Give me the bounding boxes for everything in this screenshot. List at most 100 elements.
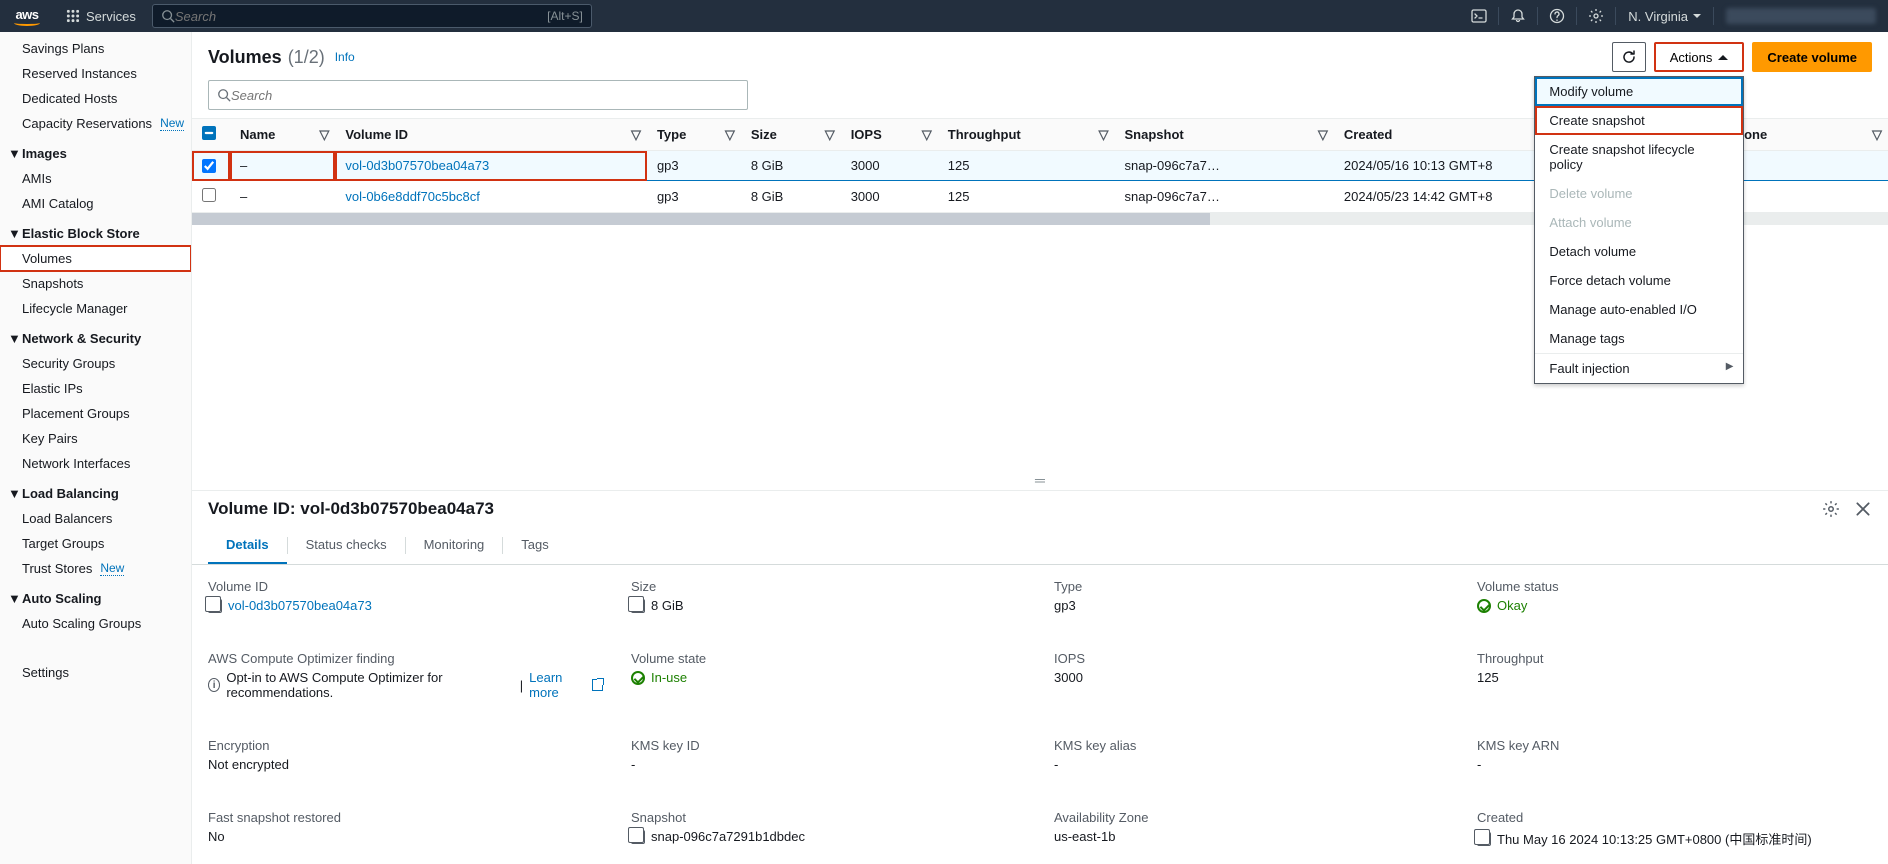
sidebar-item-security-groups[interactable]: Security Groups [0,351,191,376]
topnav-right: N. Virginia [1460,0,1888,32]
region-label: N. Virginia [1628,9,1688,24]
volume-id-link[interactable]: vol-0b6e8ddf70c5bc8cf [335,181,647,213]
cloudshell-icon[interactable] [1460,0,1498,32]
sidebar-item-elastic-block-store[interactable]: ▼Elastic Block Store [0,216,191,246]
sidebar-item-settings[interactable]: Settings [0,660,191,685]
menu-item-manage-tags[interactable]: Manage tags [1535,324,1743,353]
region-selector[interactable]: N. Virginia [1616,9,1713,24]
table-search-input[interactable] [231,88,739,103]
search-icon [217,88,231,102]
sidebar-item-images[interactable]: ▼Images [0,136,191,166]
caret-down-icon: ▼ [8,226,18,241]
tab-details[interactable]: Details [208,527,287,564]
sidebar-item-load-balancing[interactable]: ▼Load Balancing [0,476,191,506]
menu-item-manage-auto-enabled-i-o[interactable]: Manage auto-enabled I/O [1535,295,1743,324]
field-state: Volume stateIn-use [631,651,1026,700]
sidebar-item-placement-groups[interactable]: Placement Groups [0,401,191,426]
sidebar-item-ami-catalog[interactable]: AMI Catalog [0,191,191,216]
aws-logo[interactable]: aws [0,7,54,26]
filter-icon[interactable]: ▽ [922,127,932,143]
select-all-checkbox[interactable] [202,126,216,140]
column-type[interactable]: Type▽ [647,119,741,151]
column-snapshot[interactable]: Snapshot▽ [1114,119,1333,151]
detail-body: Volume IDvol-0d3b07570bea04a73Size8 GiBT… [192,565,1888,864]
tab-status-checks[interactable]: Status checks [288,527,405,564]
sidebar-item-elastic-ips[interactable]: Elastic IPs [0,376,191,401]
sidebar-item-auto-scaling-groups[interactable]: Auto Scaling Groups [0,611,191,636]
column-name[interactable]: Name▽ [230,119,335,151]
global-search-input[interactable] [175,9,547,24]
selection-count: (1/2) [288,47,325,68]
filter-icon[interactable]: ▽ [725,127,735,143]
create-volume-button[interactable]: Create volume [1752,42,1872,72]
filter-icon[interactable]: ▽ [1318,127,1328,143]
tab-tags[interactable]: Tags [503,527,566,564]
sidebar-item-auto-scaling[interactable]: ▼Auto Scaling [0,581,191,611]
account-menu[interactable] [1726,8,1876,24]
value-link[interactable]: vol-0d3b07570bea04a73 [228,598,372,613]
services-menu[interactable]: Services [54,0,148,32]
sidebar-item-target-groups[interactable]: Target Groups [0,531,191,556]
copy-icon[interactable] [208,599,222,613]
table-search[interactable] [208,80,748,110]
field-status: Volume statusOkay [1477,579,1872,613]
filter-icon[interactable]: ▽ [1098,127,1108,143]
volume-id-link[interactable]: vol-0d3b07570bea04a73 [335,151,647,181]
row-checkbox[interactable] [202,159,216,173]
filter-icon[interactable]: ▽ [1872,127,1882,143]
sidebar: Savings PlansReserved InstancesDedicated… [0,32,192,864]
sidebar-item-network-security[interactable]: ▼Network & Security [0,321,191,351]
sidebar-item-lifecycle-manager[interactable]: Lifecycle Manager [0,296,191,321]
menu-item-create-snapshot-lifecycle-policy[interactable]: Create snapshot lifecycle policy [1535,135,1743,179]
sidebar-item-reserved-instances[interactable]: Reserved Instances [0,61,191,86]
sidebar-item-trust-stores[interactable]: Trust StoresNew [0,556,191,581]
actions-button[interactable]: Actions [1654,42,1745,72]
sidebar-item-load-balancers[interactable]: Load Balancers [0,506,191,531]
tab-monitoring[interactable]: Monitoring [406,527,503,564]
menu-item-create-snapshot[interactable]: Create snapshot [1535,106,1743,135]
sidebar-item-key-pairs[interactable]: Key Pairs [0,426,191,451]
panel-splitter[interactable]: ═ [192,470,1888,490]
copy-icon[interactable] [631,830,645,844]
column-size[interactable]: Size▽ [741,119,841,151]
sidebar-item-volumes[interactable]: Volumes [0,246,191,271]
column-volume-id[interactable]: Volume ID▽ [335,119,647,151]
sidebar-item-network-interfaces[interactable]: Network Interfaces [0,451,191,476]
filter-icon[interactable]: ▽ [319,127,329,143]
copy-icon[interactable] [631,599,645,613]
sidebar-item-dedicated-hosts[interactable]: Dedicated Hosts [0,86,191,111]
filter-icon[interactable]: ▽ [631,127,641,143]
close-icon[interactable] [1854,500,1872,518]
sidebar-item-snapshots[interactable]: Snapshots [0,271,191,296]
info-icon: i [208,678,220,692]
row-checkbox[interactable] [202,188,216,202]
refresh-button[interactable] [1612,42,1646,72]
detail-tabs: DetailsStatus checksMonitoringTags [192,527,1888,565]
field-fsr: Fast snapshot restoredNo [208,810,603,848]
gear-icon[interactable] [1822,500,1840,518]
learn-more-link[interactable]: Learn more [529,670,586,700]
column-throughput[interactable]: Throughput▽ [938,119,1115,151]
detail-title: Volume ID: vol-0d3b07570bea04a73 [208,499,494,519]
new-badge: New [160,116,184,131]
menu-item-modify-volume[interactable]: Modify volume [1535,77,1743,106]
sidebar-item-savings-plans[interactable]: Savings Plans [0,36,191,61]
settings-icon[interactable] [1577,0,1615,32]
menu-item-detach-volume[interactable]: Detach volume [1535,237,1743,266]
sidebar-item-amis[interactable]: AMIs [0,166,191,191]
menu-item-force-detach-volume[interactable]: Force detach volume [1535,266,1743,295]
notifications-icon[interactable] [1499,0,1537,32]
menu-item-attach-volume: Attach volume [1535,208,1743,237]
caret-down-icon [1693,14,1701,18]
sidebar-item-capacity-reservations[interactable]: Capacity ReservationsNew [0,111,191,136]
help-icon[interactable] [1538,0,1576,32]
info-link[interactable]: Info [335,50,355,64]
copy-icon[interactable] [1477,832,1491,846]
field-az: Availability Zoneus-east-1b [1054,810,1449,848]
menu-item-fault-injection[interactable]: Fault injection [1535,354,1743,383]
menu-item-delete-volume: Delete volume [1535,179,1743,208]
filter-icon[interactable]: ▽ [825,127,835,143]
global-search[interactable]: [Alt+S] [152,4,592,28]
column-iops[interactable]: IOPS▽ [841,119,938,151]
field-throughput: Throughput125 [1477,651,1872,700]
